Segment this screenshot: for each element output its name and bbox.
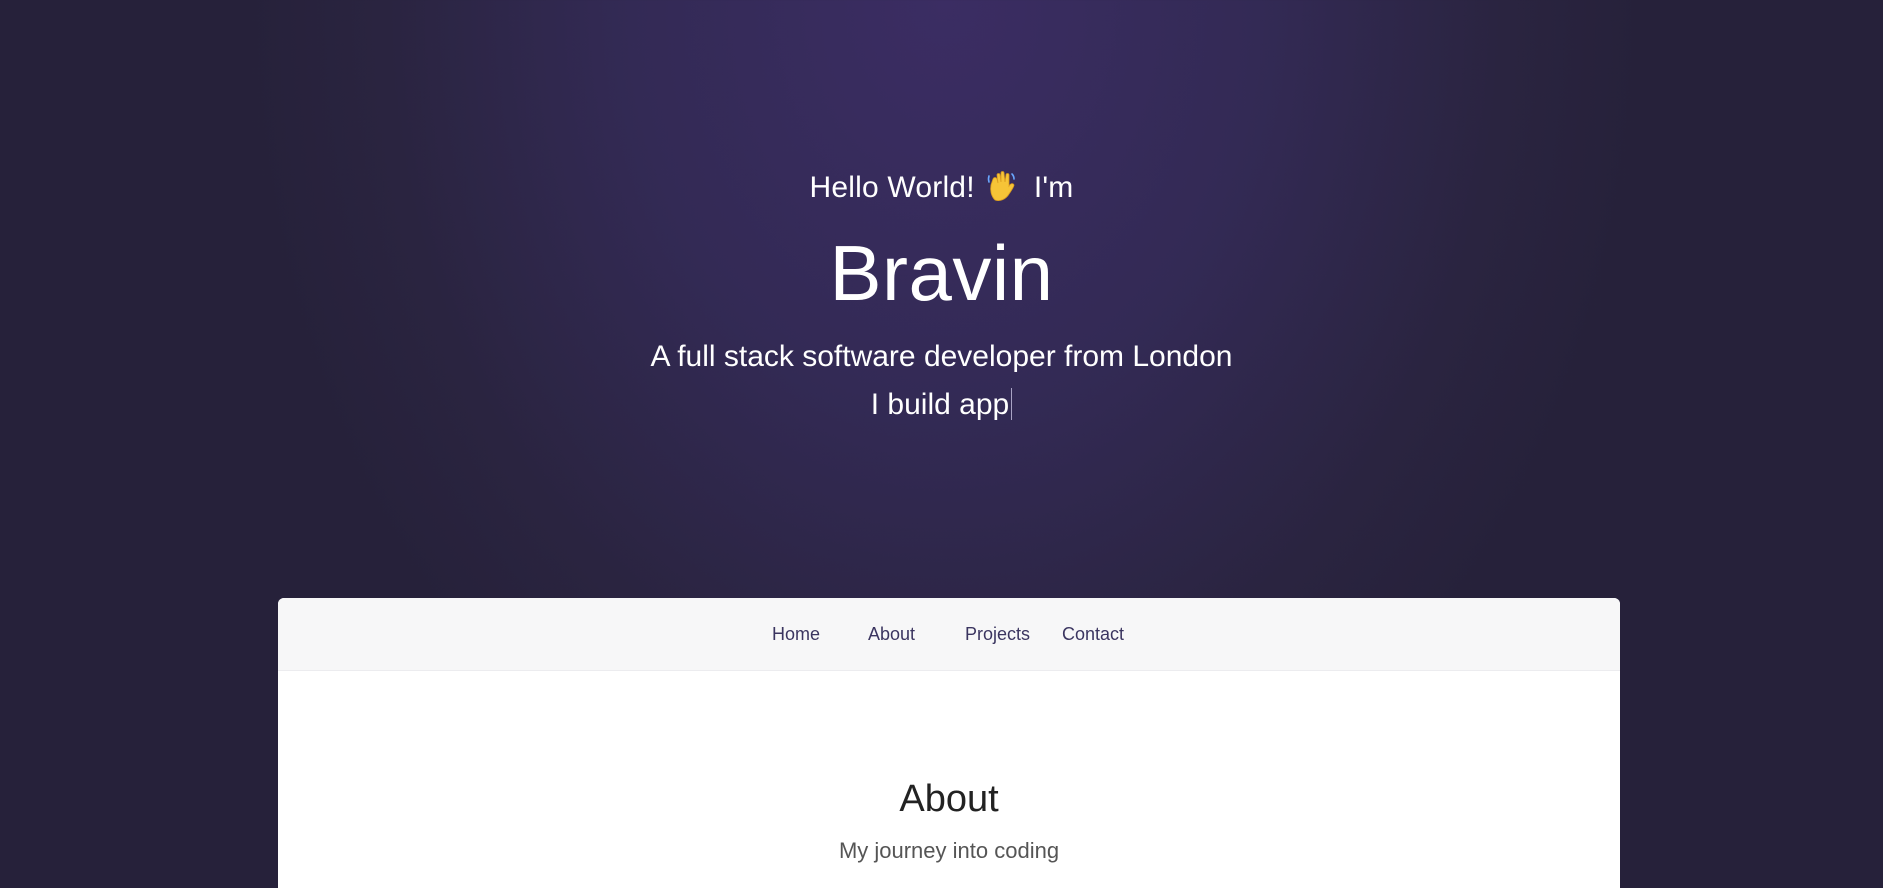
nav-item-projects[interactable]: Projects [965,624,1030,645]
greeting-prefix: Hello World! [809,171,975,204]
about-title: About [899,778,999,820]
hero-tagline: A full stack software developer from Lon… [650,340,1233,373]
content-card: Home About Projects Contact About My jou… [278,598,1620,888]
hero-name: Bravin [829,229,1054,317]
navbar: Home About Projects Contact [278,598,1620,671]
hero-section: Hello World! I'm Bravin A full stack sof… [0,0,1883,598]
waving-hand-icon [987,171,1016,202]
greeting-suffix: I'm [1033,171,1074,204]
typed-text: I build app [870,388,1010,421]
about-subtitle: My journey into coding [838,838,1060,863]
nav-item-contact[interactable]: Contact [1062,624,1124,645]
typing-cursor [1011,388,1013,420]
typed-text-line: I build app [0,388,1883,422]
nav-item-about[interactable]: About [868,624,915,645]
hero-greeting: Hello World! I'm [0,170,1883,205]
nav-item-home[interactable]: Home [772,624,820,645]
